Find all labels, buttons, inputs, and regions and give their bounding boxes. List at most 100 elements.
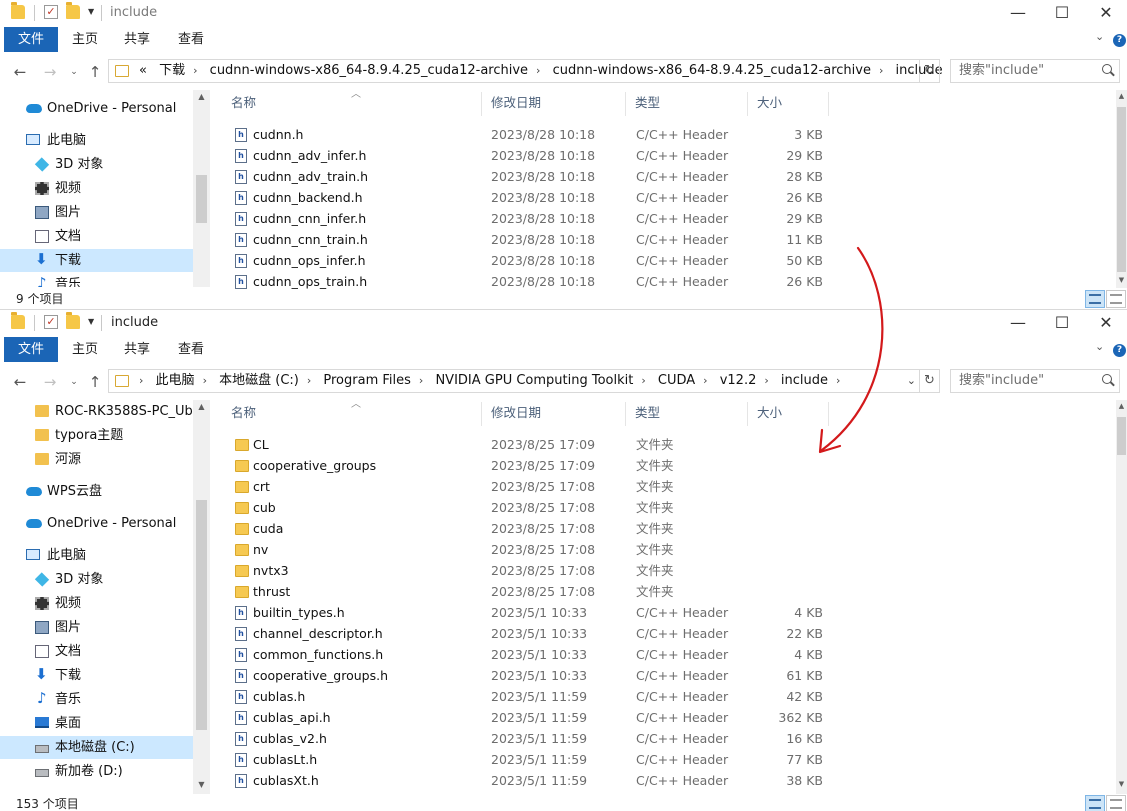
properties-icon[interactable]: ✓: [44, 5, 58, 19]
breadcrumb-item[interactable]: include: [777, 373, 832, 388]
details-view-button[interactable]: [1085, 795, 1105, 811]
column-header-date[interactable]: 修改日期: [482, 400, 541, 428]
sidebar-item-drive-d[interactable]: 新加卷 (D:): [0, 760, 193, 783]
customize-toolbar-icon[interactable]: ▼: [88, 317, 94, 326]
back-arrow-icon[interactable]: ←: [12, 64, 28, 80]
file-row[interactable]: h cublasXt.h 2023/5/1 11:59 C/C++ Header 38 …: [211, 770, 911, 791]
chevron-down-icon[interactable]: ⌄: [907, 374, 916, 387]
column-divider[interactable]: [828, 402, 829, 426]
sidebar-scrollbar[interactable]: ▲: [193, 90, 210, 287]
folder-row[interactable]: nv 2023/8/25 17:08 文件夹: [211, 539, 911, 560]
forward-arrow-icon[interactable]: →: [42, 374, 58, 390]
recent-locations-icon[interactable]: ⌄: [66, 374, 82, 390]
sidebar-item-local-disk[interactable]: 本地磁盘 (C:): [0, 736, 193, 759]
chevron-right-icon[interactable]: ›: [199, 374, 211, 387]
chevron-right-icon[interactable]: ›: [135, 374, 147, 387]
sidebar-item-pictures[interactable]: 图片: [0, 616, 193, 639]
sidebar-item-wps-cloud[interactable]: WPS云盘: [0, 480, 193, 503]
properties-icon[interactable]: ✓: [44, 315, 58, 329]
sidebar-item-folder[interactable]: typora主题: [0, 424, 193, 447]
sidebar-item-onedrive[interactable]: OneDrive - Personal: [0, 512, 193, 535]
sidebar-item-pictures[interactable]: 图片: [0, 201, 193, 224]
address-bar[interactable]: « 下载 › cudnn-windows-x86_64-8.9.4.25_cuda…: [108, 59, 943, 83]
file-list-scrollbar[interactable]: ▲ ▼: [1116, 400, 1127, 794]
scroll-down-icon[interactable]: ▼: [193, 780, 210, 789]
help-icon[interactable]: ?: [1113, 34, 1126, 47]
sidebar-item-this-pc[interactable]: 此电脑: [0, 544, 193, 567]
tab-home[interactable]: 主页: [72, 27, 98, 52]
chevron-right-icon[interactable]: ›: [532, 64, 544, 77]
scrollbar-thumb[interactable]: [1117, 107, 1126, 272]
chevron-right-icon[interactable]: ›: [303, 374, 315, 387]
folder-row[interactable]: CL 2023/8/25 17:09 文件夹: [211, 434, 911, 455]
breadcrumb-overflow[interactable]: «: [135, 63, 151, 78]
minimize-button[interactable]: —: [996, 1, 1040, 25]
sidebar-item-desktop[interactable]: 桌面: [0, 712, 193, 735]
file-row[interactable]: h cudnn_cnn_infer.h 2023/8/28 10:18 C/C++ H…: [211, 208, 911, 229]
folder-row[interactable]: cooperative_groups 2023/8/25 17:09 文件夹: [211, 455, 911, 476]
minimize-button[interactable]: —: [996, 311, 1040, 335]
new-folder-icon[interactable]: [66, 2, 80, 19]
maximize-button[interactable]: ☐: [1040, 1, 1084, 25]
sidebar-item-downloads[interactable]: ⬇ 下载: [0, 249, 193, 272]
chevron-right-icon[interactable]: ›: [637, 374, 649, 387]
refresh-button[interactable]: ↻: [920, 369, 940, 393]
sidebar-item-downloads[interactable]: ⬇ 下载: [0, 664, 193, 687]
file-row[interactable]: h cudnn.h 2023/8/28 10:18 C/C++ Header 3 KB: [211, 124, 911, 145]
expand-ribbon-icon[interactable]: ⌄: [1095, 30, 1104, 43]
help-icon[interactable]: ?: [1113, 344, 1126, 357]
tab-home[interactable]: 主页: [72, 337, 98, 362]
breadcrumb-item[interactable]: NVIDIA GPU Computing Toolkit: [431, 373, 637, 388]
scrollbar-thumb[interactable]: [1117, 417, 1126, 455]
file-row[interactable]: h cudnn_cnn_train.h 2023/8/28 10:18 C/C++ H…: [211, 229, 911, 250]
search-input[interactable]: 搜索"include": [950, 369, 1120, 393]
column-header-size[interactable]: 大小: [748, 90, 782, 118]
folder-row[interactable]: cuda 2023/8/25 17:08 文件夹: [211, 518, 911, 539]
forward-arrow-icon[interactable]: →: [42, 64, 58, 80]
customize-toolbar-icon[interactable]: ▼: [88, 7, 94, 16]
up-arrow-icon[interactable]: ↑: [87, 374, 103, 390]
sidebar-item-3d-objects[interactable]: 3D 对象: [0, 568, 193, 591]
sidebar-item-3d-objects[interactable]: 3D 对象: [0, 153, 193, 176]
file-row[interactable]: h cudnn_adv_infer.h 2023/8/28 10:18 C/C++ H…: [211, 145, 911, 166]
tab-file[interactable]: 文件: [4, 27, 58, 52]
column-header-name[interactable]: 名称: [222, 400, 256, 428]
file-row[interactable]: h cublasLt.h 2023/5/1 11:59 C/C++ Header 77 …: [211, 749, 911, 770]
folder-row[interactable]: nvtx3 2023/8/25 17:08 文件夹: [211, 560, 911, 581]
file-row[interactable]: h cooperative_groups.h 2023/5/1 10:33 C/C++…: [211, 665, 911, 686]
up-arrow-icon[interactable]: ↑: [87, 64, 103, 80]
breadcrumb-item[interactable]: v12.2: [716, 373, 761, 388]
expand-ribbon-icon[interactable]: ⌄: [1095, 340, 1104, 353]
tab-share[interactable]: 共享: [124, 27, 150, 52]
tab-file[interactable]: 文件: [4, 337, 58, 362]
file-row[interactable]: h common_functions.h 2023/5/1 10:33 C/C++ H…: [211, 644, 911, 665]
chevron-right-icon[interactable]: ›: [699, 374, 711, 387]
file-row[interactable]: h cublas.h 2023/5/1 11:59 C/C++ Header 42 KB: [211, 686, 911, 707]
chevron-right-icon[interactable]: ›: [832, 374, 844, 387]
chevron-right-icon[interactable]: ›: [875, 64, 887, 77]
sidebar-item-videos[interactable]: 视频: [0, 177, 193, 200]
scroll-up-icon[interactable]: ▲: [1116, 402, 1127, 410]
scrollbar-thumb[interactable]: [196, 175, 207, 223]
file-row[interactable]: h cudnn_backend.h 2023/8/28 10:18 C/C++ Hea…: [211, 187, 911, 208]
file-row[interactable]: h cublas_api.h 2023/5/1 11:59 C/C++ Header 3…: [211, 707, 911, 728]
back-arrow-icon[interactable]: ←: [12, 374, 28, 390]
scroll-up-icon[interactable]: ▲: [193, 402, 210, 411]
new-folder-icon[interactable]: [66, 312, 80, 329]
sidebar-scrollbar[interactable]: ▲ ▼: [193, 400, 210, 794]
tab-view[interactable]: 查看: [178, 27, 204, 52]
file-row[interactable]: h builtin_types.h 2023/5/1 10:33 C/C++ Head…: [211, 602, 911, 623]
address-bar[interactable]: › 此电脑 › 本地磁盘 (C:) › Program Files › NVIDIA …: [108, 369, 920, 393]
file-row[interactable]: h cudnn_adv_train.h 2023/8/28 10:18 C/C++ H…: [211, 166, 911, 187]
folder-row[interactable]: thrust 2023/8/25 17:08 文件夹: [211, 581, 911, 602]
folder-row[interactable]: crt 2023/8/25 17:08 文件夹: [211, 476, 911, 497]
close-button[interactable]: ✕: [1084, 1, 1127, 25]
search-input[interactable]: 搜索"include": [950, 59, 1120, 83]
chevron-down-icon[interactable]: ⌄: [907, 64, 916, 77]
breadcrumb-item[interactable]: 本地磁盘 (C:): [215, 373, 303, 388]
file-row[interactable]: h channel_descriptor.h 2023/5/1 10:33 C/C++…: [211, 623, 911, 644]
sidebar-item-videos[interactable]: 视频: [0, 592, 193, 615]
breadcrumb-item[interactable]: Program Files: [319, 373, 415, 388]
chevron-right-icon[interactable]: ›: [415, 374, 427, 387]
scroll-down-icon[interactable]: ▼: [1116, 276, 1127, 284]
